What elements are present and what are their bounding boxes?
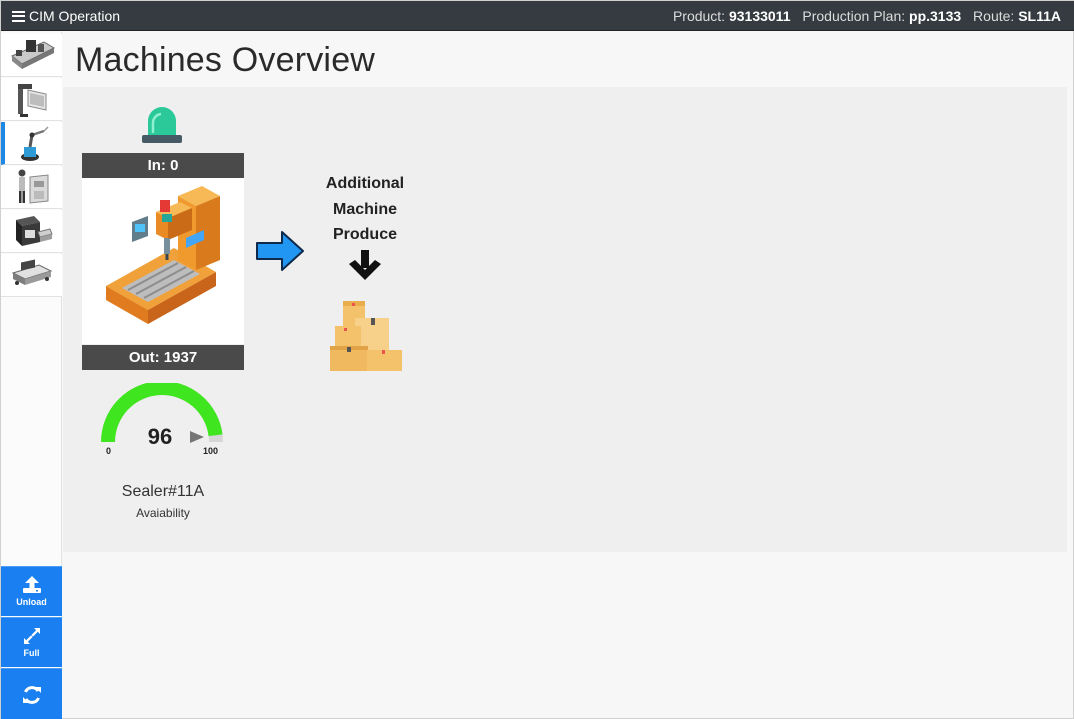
full-label: Full — [23, 648, 40, 658]
status-beacon-icon — [142, 107, 182, 143]
sidebar-item-machine-operator-station[interactable] — [1, 166, 62, 209]
plan-value: pp.3133 — [909, 8, 962, 24]
product-label: Product: — [672, 8, 726, 24]
additional-line-2: Machine — [332, 200, 397, 218]
output-count: Out: 1937 — [82, 345, 244, 370]
fullscreen-button[interactable]: Full — [1, 617, 62, 667]
gauge-value: 96 — [147, 424, 173, 449]
packaging-machine-icon — [15, 216, 53, 246]
operator-station-icon — [18, 169, 48, 204]
unload-label: Unload — [16, 597, 47, 607]
gauge-min: 0 — [106, 446, 112, 456]
refresh-button[interactable] — [1, 668, 62, 719]
sidebar-item-machine-packager[interactable] — [1, 210, 62, 253]
route-label: Route: — [973, 8, 1015, 24]
additional-machine-label: Additional Machine Produce — [315, 171, 415, 248]
page-title: Machines Overview — [75, 41, 376, 79]
sidebar: Unload Full — [1, 32, 62, 719]
gauge-pointer-icon — [190, 431, 204, 443]
app-window: CIM Operation Product: 93133011 Producti… — [0, 0, 1074, 719]
route-value: SL11A — [1018, 8, 1061, 24]
sidebar-item-machine-press[interactable] — [1, 78, 62, 121]
sidebar-item-machine-line-1[interactable] — [1, 34, 62, 77]
conveyor-machine-icon — [11, 259, 52, 285]
machine-card[interactable] — [82, 178, 244, 344]
gauge-max: 100 — [203, 446, 219, 456]
robot-arm-icon — [20, 126, 49, 161]
app-title: CIM Operation — [29, 8, 121, 24]
boxes-icon — [330, 301, 402, 371]
upload-icon — [22, 576, 41, 593]
expand-icon — [23, 628, 40, 644]
machine-name: Sealer#11A — [121, 483, 205, 500]
plan-label: Production Plan: — [802, 8, 906, 24]
flow-arrow-icon — [256, 231, 304, 271]
hamburger-icon — [12, 10, 25, 22]
sidebar-item-machine-conveyor[interactable] — [1, 254, 62, 297]
down-arrow-icon — [349, 250, 381, 280]
refresh-icon — [22, 685, 41, 704]
input-count: In: 0 — [82, 153, 244, 178]
production-line-icon — [10, 40, 55, 69]
press-machine-icon — [17, 84, 46, 117]
top-bar: CIM Operation Product: 93133011 Producti… — [1, 1, 1074, 31]
production-info: Product: 93133011 Production Plan: pp.31… — [673, 7, 1061, 25]
additional-line-1: Additional — [325, 175, 405, 192]
product-value: 93133011 — [728, 8, 791, 24]
menu-button[interactable]: CIM Operation — [12, 7, 120, 25]
sidebar-item-machine-robot-arm[interactable] — [1, 122, 62, 165]
additional-line-3: Produce — [332, 226, 397, 243]
cnc-machine-icon — [106, 186, 220, 324]
unload-button[interactable]: Unload — [1, 566, 62, 616]
machine-metric-label: Avaiability — [136, 506, 190, 520]
